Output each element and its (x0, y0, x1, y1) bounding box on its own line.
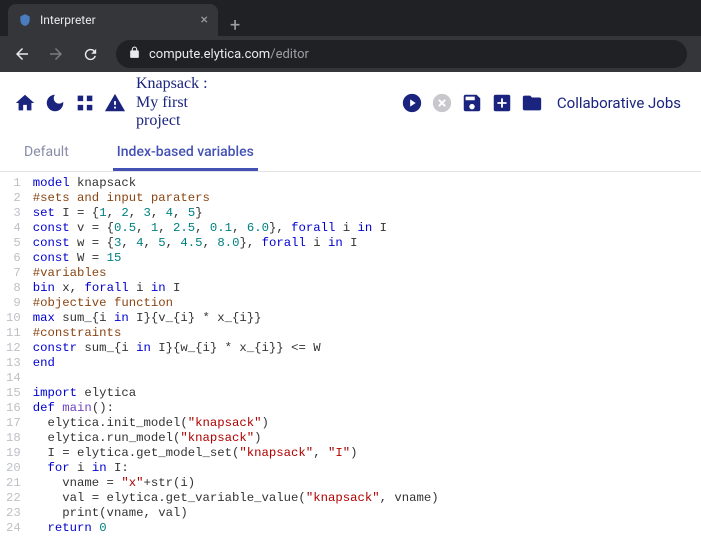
code-line[interactable]: max sum_{i in I}{v_{i} * x_{i}} (33, 311, 439, 326)
line-gutter: 123456789101112131415161718192021222324 (0, 172, 29, 536)
url-bar[interactable]: compute.elytica.com/editor (116, 40, 687, 68)
code-line[interactable]: const W = 15 (33, 251, 439, 266)
code-line[interactable]: elytica.init_model("knapsack") (33, 416, 439, 431)
code-line[interactable]: vname = "x"+str(i) (33, 476, 439, 491)
code-line[interactable] (33, 371, 439, 386)
code-line[interactable]: I = elytica.get_model_set("knapsack", "I… (33, 446, 439, 461)
moon-icon[interactable] (40, 88, 70, 118)
code-line[interactable]: val = elytica.get_variable_value("knapsa… (33, 491, 439, 506)
browser-chrome: Interpreter × + compute.elytica.com/edit… (0, 0, 701, 72)
code-line[interactable]: def main(): (33, 401, 439, 416)
code-line[interactable]: elytica.run_model("knapsack") (33, 431, 439, 446)
new-page-icon[interactable] (487, 88, 517, 118)
tab-bar: Interpreter × + (0, 0, 701, 36)
code-line[interactable]: #constraints (33, 326, 439, 341)
nav-bar: compute.elytica.com/editor (0, 36, 701, 72)
code-line[interactable]: #variables (33, 266, 439, 281)
code-line[interactable]: print(vname, val) (33, 506, 439, 521)
warning-icon[interactable] (100, 88, 130, 118)
collaborative-jobs-link[interactable]: Collaborative Jobs (547, 94, 691, 112)
back-button[interactable] (8, 40, 36, 68)
folder-icon[interactable] (517, 88, 547, 118)
app-toolbar: Knapsack : My first project Collaborativ… (0, 72, 701, 134)
code-line[interactable]: constr sum_{i in I}{w_{i} * x_{i}} <= W (33, 341, 439, 356)
code-line[interactable]: model knapsack (33, 176, 439, 191)
stop-icon[interactable] (70, 88, 100, 118)
new-tab-button[interactable]: + (218, 15, 252, 36)
code-editor[interactable]: 123456789101112131415161718192021222324 … (0, 172, 701, 536)
save-icon[interactable] (457, 88, 487, 118)
tab-default[interactable]: Default (20, 134, 73, 171)
project-title: Knapsack : My first project (130, 75, 214, 130)
code-line[interactable]: return 0 (33, 521, 439, 536)
lock-icon (128, 46, 141, 62)
code-line[interactable]: for i in I: (33, 461, 439, 476)
tab-index-variables[interactable]: Index-based variables (113, 134, 258, 171)
code-line[interactable]: set I = {1, 2, 3, 4, 5} (33, 206, 439, 221)
code-line[interactable]: const w = {3, 4, 5, 4.5, 8.0}, forall i … (33, 236, 439, 251)
code-content[interactable]: model knapsack#sets and input paratersse… (29, 172, 439, 536)
reload-button[interactable] (76, 40, 104, 68)
tab-favicon (18, 13, 32, 27)
code-line[interactable]: #objective function (33, 296, 439, 311)
run-icon[interactable] (397, 88, 427, 118)
code-line[interactable]: import elytica (33, 386, 439, 401)
code-line[interactable]: end (33, 356, 439, 371)
home-icon[interactable] (10, 88, 40, 118)
editor-tabs: Default Index-based variables (0, 134, 701, 172)
code-line[interactable]: const v = {0.5, 1, 2.5, 0.1, 6.0}, foral… (33, 221, 439, 236)
url-text: compute.elytica.com/editor (149, 47, 309, 62)
tab-title: Interpreter (40, 13, 193, 27)
code-line[interactable]: bin x, forall i in I (33, 281, 439, 296)
code-line[interactable]: #sets and input paraters (33, 191, 439, 206)
cancel-icon[interactable] (427, 88, 457, 118)
browser-tab[interactable]: Interpreter × (8, 4, 218, 36)
close-icon[interactable]: × (201, 12, 208, 28)
forward-button[interactable] (42, 40, 70, 68)
